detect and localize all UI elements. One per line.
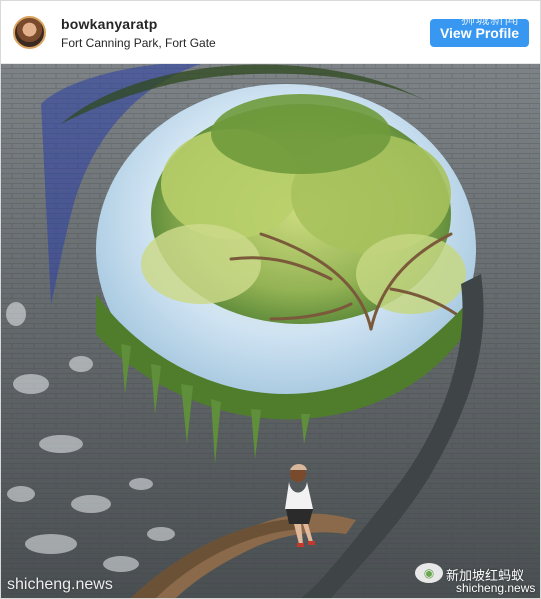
instagram-post-card: bowkanyaratp Fort Canning Park, Fort Gat…: [0, 0, 541, 599]
wechat-icon: ◉: [415, 563, 443, 583]
post-header: bowkanyaratp Fort Canning Park, Fort Gat…: [1, 1, 540, 64]
photo-illustration: [1, 64, 540, 598]
view-profile-button[interactable]: View Profile: [430, 19, 529, 47]
post-photo: [1, 64, 540, 598]
username-link[interactable]: bowkanyaratp: [61, 16, 158, 32]
watermark-bottom-right-en: shicheng.news: [456, 581, 536, 595]
watermark-bottom-left: shicheng.news: [7, 576, 113, 593]
location-link[interactable]: Fort Canning Park, Fort Gate: [61, 36, 216, 50]
profile-avatar[interactable]: [13, 16, 46, 49]
